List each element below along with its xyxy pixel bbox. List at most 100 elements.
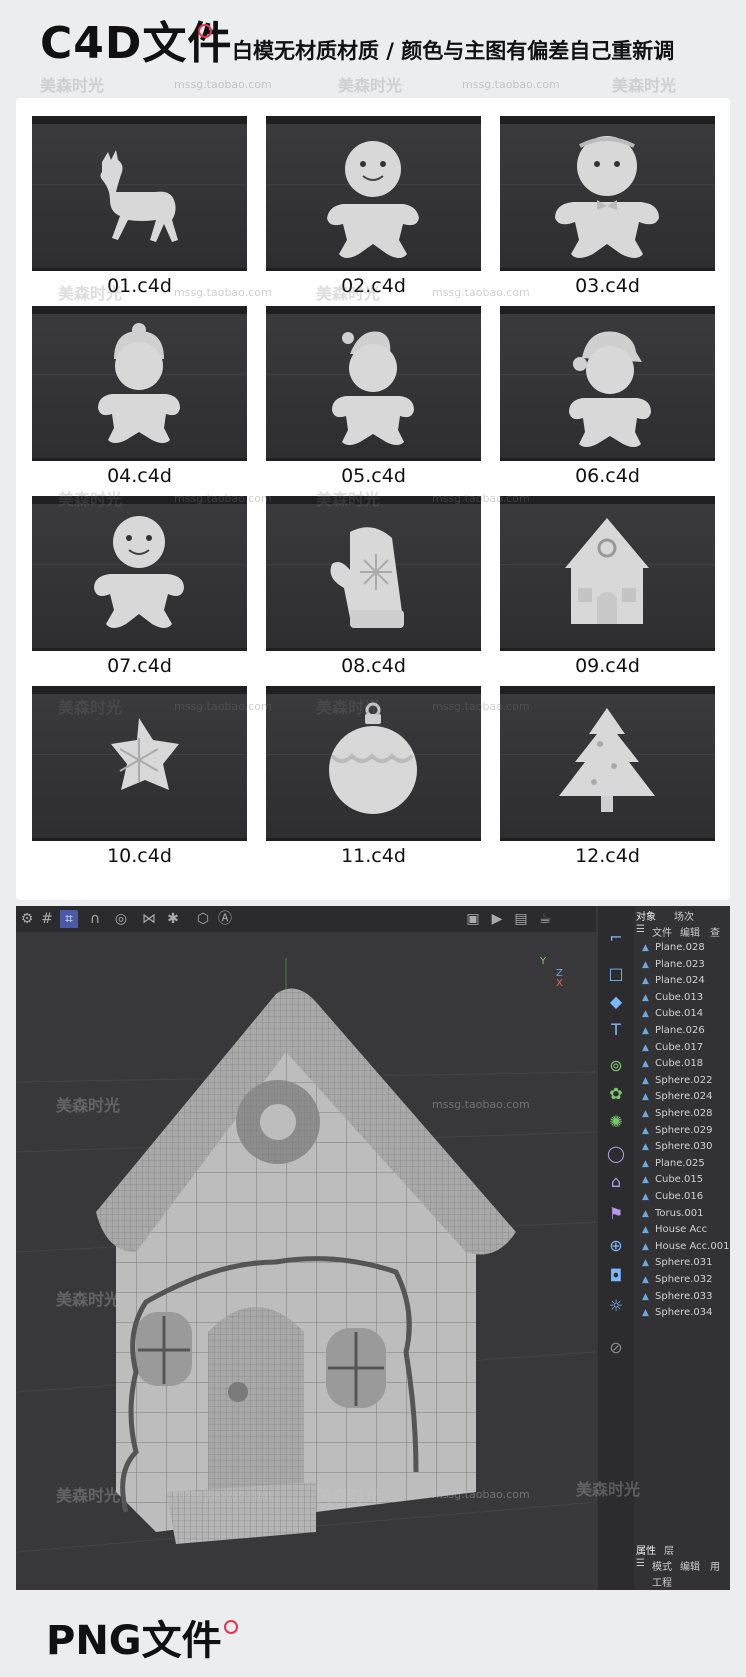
tab-layers[interactable]: 层 [664, 1542, 674, 1557]
file-tile[interactable]: 08.c4d [266, 496, 481, 679]
gingerbread-santa-hat-icon [332, 331, 414, 445]
polygon-object-icon: ▲ [642, 1275, 649, 1285]
object-list-item[interactable]: ▲ Sphere.033 [642, 1289, 713, 1305]
object-list-item[interactable]: ▲ Plane.023 [642, 957, 705, 973]
polygon-object-icon: ▲ [642, 1059, 649, 1070]
environment-icon[interactable]: ⊕ [606, 1236, 626, 1256]
tab-attributes[interactable]: 属性 [636, 1542, 656, 1557]
object-list-item[interactable]: ▲ Torus.001 [642, 1206, 703, 1222]
target-icon[interactable]: ◎ [112, 910, 130, 928]
object-list-item[interactable]: ▲ Plane.025 [642, 1156, 705, 1172]
object-list-item[interactable]: ▲ Plane.028 [642, 940, 705, 956]
deformer-icon[interactable]: ⊚ [606, 1056, 626, 1076]
mograph-icon[interactable]: ✿ [606, 1084, 626, 1104]
menu-view[interactable]: 查 [710, 924, 720, 939]
tag-icon[interactable]: ⊘ [606, 1338, 626, 1358]
hamburger-menu-icon[interactable]: ☰ [636, 924, 645, 935]
polygon-object-icon: ▲ [642, 959, 649, 970]
generator-icon[interactable]: ✺ [606, 1112, 626, 1132]
cube-icon[interactable]: ◆ [606, 992, 626, 1012]
polygon-object-icon: ▲ [642, 1192, 649, 1202]
title-accent-dot [198, 24, 212, 38]
text-tool-icon[interactable]: T [606, 1020, 626, 1040]
object-name: House Acc.001 [655, 1240, 730, 1252]
watermark-url: mssg.taobao.com [174, 1488, 272, 1501]
field-icon[interactable]: ⚑ [606, 1204, 626, 1224]
file-tile[interactable]: 09.c4d [500, 496, 715, 679]
object-list-item[interactable]: ▲ Cube.013 [642, 990, 703, 1006]
menu-edit[interactable]: 编辑 [680, 924, 700, 939]
material-note: 白模无材质材质 / 颜色与主图有偏差自己重新调 [232, 39, 675, 63]
gear-icon[interactable]: ⚙ [18, 910, 36, 928]
polygon-object-icon: ▲ [642, 1258, 649, 1269]
object-list-item[interactable]: ▲ Sphere.022 [642, 1073, 713, 1089]
object-name: Sphere.022 [655, 1074, 713, 1086]
object-list-item[interactable]: ▲ Sphere.032 [642, 1272, 713, 1288]
polygon-object-icon: ▲ [642, 1158, 649, 1169]
light-icon[interactable]: ☼ [606, 1296, 626, 1316]
render-settings-icon[interactable]: ▤ [512, 910, 530, 928]
file-tile[interactable]: 12.c4d [500, 686, 715, 869]
spline-pen-icon[interactable]: ⌂ [606, 1172, 626, 1192]
c4d-section-title: C4D文件 [40, 18, 233, 69]
object-name: Cube.018 [655, 1058, 704, 1070]
project-label[interactable]: 工程 [652, 1574, 672, 1589]
file-tile[interactable]: 06.c4d [500, 306, 715, 489]
menu-user[interactable]: 用 [710, 1558, 720, 1573]
object-list-item[interactable]: ▲ House Acc.001 [642, 1239, 729, 1255]
play-render-icon[interactable]: ▶ [488, 910, 506, 928]
tab-takes[interactable]: 场次 [674, 908, 694, 923]
file-tile[interactable]: 01.c4d [32, 116, 247, 299]
snap-icon[interactable]: ⌗ [60, 910, 78, 928]
object-list-item[interactable]: ▲ Cube.014 [642, 1006, 703, 1022]
object-name: Torus.001 [655, 1207, 704, 1219]
symmetry-icon[interactable]: ⋈ [140, 910, 158, 928]
polygon-object-icon: ▲ [642, 1125, 649, 1136]
watermark-brand: 美森时光 [40, 76, 105, 95]
file-tile[interactable]: 07.c4d [32, 496, 247, 679]
object-list-item[interactable]: ▲ Plane.026 [642, 1023, 705, 1039]
hex-icon[interactable]: ⬡ [194, 910, 212, 928]
object-name: Sphere.031 [655, 1257, 713, 1269]
menu-mode[interactable]: 模式 [652, 1558, 672, 1573]
file-tile[interactable]: 02.c4d [266, 116, 481, 299]
object-list-item[interactable]: ▲ Cube.016 [642, 1189, 703, 1205]
watermark-brand: 美森时光 [338, 76, 403, 95]
file-tile[interactable]: 05.c4d [266, 306, 481, 489]
square-icon[interactable]: □ [606, 964, 626, 984]
hamburger-menu-icon[interactable]: ☰ [636, 1558, 645, 1569]
settings-icon[interactable]: ✱ [164, 910, 182, 928]
model-thumbnail [500, 116, 715, 271]
object-list-item[interactable]: ▲ Plane.024 [642, 973, 705, 989]
object-name: Cube.015 [655, 1174, 704, 1186]
coffee-cup-icon[interactable]: ☕ [536, 910, 554, 928]
tab-objects[interactable]: 对象 [636, 908, 656, 923]
file-tile[interactable]: 03.c4d [500, 116, 715, 299]
text-a-icon[interactable]: Ⓐ [216, 910, 234, 928]
grid-icon[interactable]: # [38, 910, 56, 928]
object-list-item[interactable]: ▲ Sphere.034 [642, 1305, 713, 1321]
object-list-item[interactable]: ▲ Sphere.031 [642, 1255, 713, 1271]
magnet-icon[interactable]: ∩ [86, 910, 104, 928]
film-icon[interactable]: ▣ [464, 910, 482, 928]
object-list-item[interactable]: ▲ House Acc [642, 1222, 707, 1238]
camera-icon[interactable]: ◘ [606, 1266, 626, 1286]
object-list-item[interactable]: ▲ Sphere.029 [642, 1123, 713, 1139]
object-list-item[interactable]: ▲ Cube.015 [642, 1172, 703, 1188]
object-name: Sphere.032 [655, 1274, 713, 1285]
menu-edit[interactable]: 编辑 [680, 1558, 700, 1573]
watermark-brand: 美森时光 [316, 284, 381, 303]
file-name: 03.c4d [575, 275, 640, 297]
object-list-item[interactable]: ▲ Sphere.030 [642, 1139, 713, 1155]
menu-file[interactable]: 文件 [652, 924, 672, 939]
object-list-item[interactable]: ▲ Cube.018 [642, 1056, 703, 1072]
object-list-item[interactable]: ▲ Sphere.028 [642, 1106, 713, 1122]
object-list-item[interactable]: ▲ Sphere.024 [642, 1089, 713, 1105]
object-name: Cube.017 [655, 1041, 704, 1053]
file-tile[interactable]: 04.c4d [32, 306, 247, 489]
polygon-object-icon: ▲ [642, 1009, 649, 1020]
spline-icon[interactable]: ◯ [606, 1144, 626, 1164]
object-list-item[interactable]: ▲ Cube.017 [642, 1040, 703, 1056]
axis-tool-icon[interactable]: ⌐ [606, 928, 626, 948]
file-name: 10.c4d [107, 845, 172, 867]
